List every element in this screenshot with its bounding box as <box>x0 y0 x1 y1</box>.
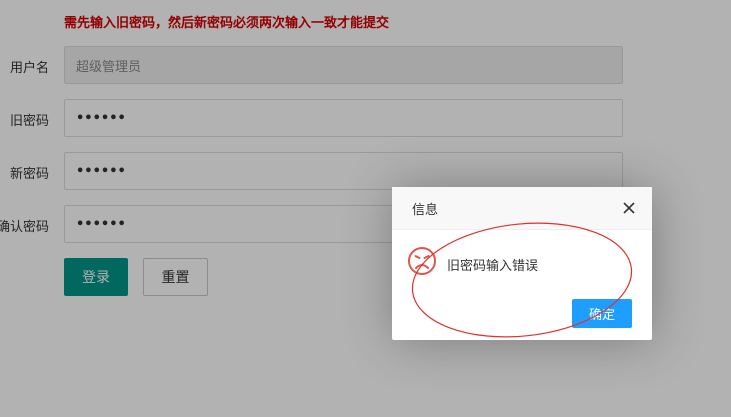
message-dialog: 信息 旧密码输入错误 确定 <box>392 187 652 340</box>
dialog-body: 旧密码输入错误 <box>392 230 652 300</box>
dialog-title: 信息 <box>412 202 439 218</box>
close-icon[interactable] <box>621 200 637 216</box>
dialog-header: 信息 <box>392 187 652 230</box>
ok-button[interactable]: 确定 <box>572 299 632 328</box>
dialog-message: 旧密码输入错误 <box>447 259 539 274</box>
sad-face-icon <box>408 247 436 275</box>
